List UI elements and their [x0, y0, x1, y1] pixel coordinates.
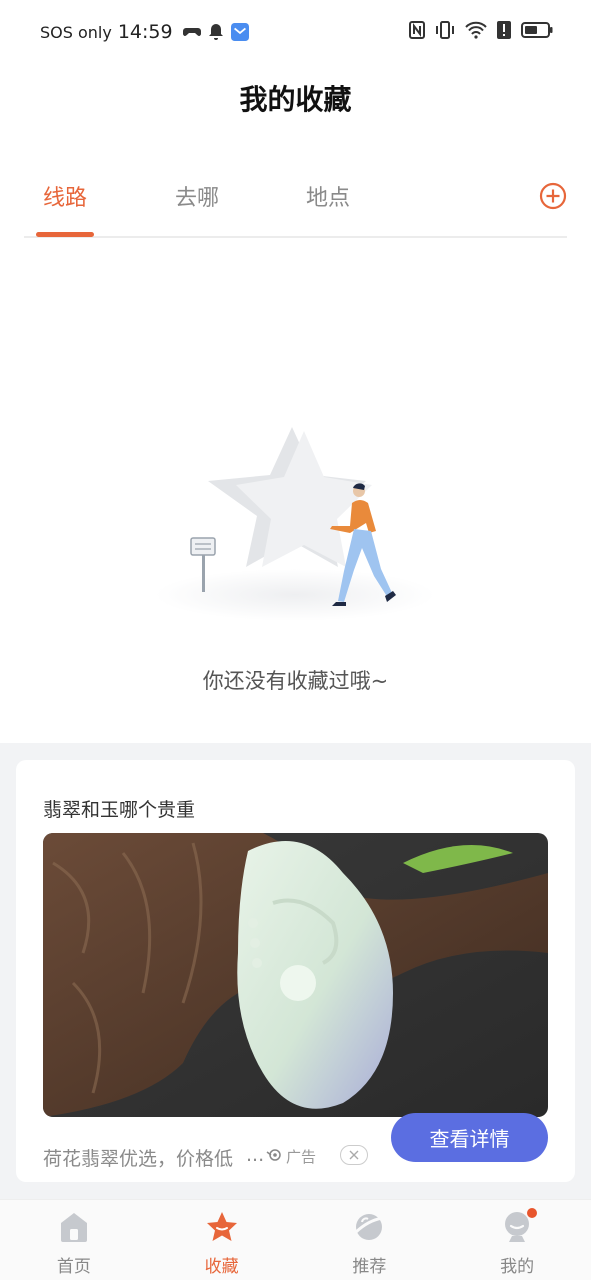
nav-label-home: 首页 — [56, 1257, 91, 1277]
tab-bar: 线路 去哪 地点 — [24, 170, 567, 238]
add-circle-icon[interactable] — [539, 182, 567, 210]
ad-label-text: 广告 — [286, 1148, 317, 1166]
vibrate-icon — [435, 21, 455, 43]
planet-icon — [355, 1214, 384, 1240]
nav-item-favorites[interactable]: 收藏 — [148, 1200, 296, 1280]
notification-badge — [527, 1208, 538, 1218]
battery-icon — [521, 21, 553, 43]
empty-state-message: 你还没有收藏过哦~ — [202, 669, 389, 693]
nav-label-favorites: 收藏 — [204, 1257, 239, 1277]
status-left: SOS only 14:59 — [40, 21, 249, 43]
nav-item-recommend[interactable]: 推荐 — [296, 1200, 444, 1280]
nav-item-home[interactable]: 首页 — [0, 1200, 148, 1280]
mail-app-icon — [230, 23, 249, 41]
tab-places[interactable]: 地点 — [293, 180, 363, 212]
clock-time: 14:59 — [117, 21, 173, 43]
home-icon — [60, 1213, 87, 1242]
ad-card[interactable]: 翡翠和玉哪个贵重 荷花翡翠优选，价格低 ... 广告 查看详情 — [16, 760, 575, 1182]
ad-marker-icon — [266, 1148, 282, 1166]
ad-image-jade-pendant[interactable] — [43, 833, 548, 1117]
bottom-nav: 首页 收藏 推荐 我的 — [0, 1199, 591, 1280]
nav-label-recommend: 推荐 — [352, 1257, 387, 1277]
status-right — [409, 21, 553, 43]
nav-label-mine: 我的 — [500, 1257, 535, 1277]
sos-text: SOS only — [40, 22, 112, 42]
view-details-button[interactable]: 查看详情 — [391, 1113, 548, 1162]
ad-close-icon[interactable] — [340, 1145, 368, 1165]
ad-description[interactable]: 荷花翡翠优选，价格低 — [43, 1144, 261, 1171]
wifi-icon — [465, 21, 487, 43]
alert-icon — [497, 21, 511, 43]
ad-title[interactable]: 翡翠和玉哪个贵重 — [43, 795, 195, 822]
bell-icon — [207, 23, 225, 41]
page-title: 我的收藏 — [239, 83, 352, 116]
tab-where-to-go[interactable]: 去哪 — [162, 180, 232, 212]
nav-item-mine[interactable]: 我的 — [443, 1200, 591, 1280]
ad-section: 翡翠和玉哪个贵重 荷花翡翠优选，价格低 ... 广告 查看详情 — [0, 743, 591, 1199]
tab-routes[interactable]: 线路 — [30, 180, 100, 212]
tab-active-indicator — [36, 232, 94, 237]
game-controller-icon — [182, 23, 201, 41]
empty-state-illustration — [150, 415, 440, 621]
status-bar: SOS only 14:59 — [0, 0, 591, 64]
ad-description-ellipsis: ... — [246, 1144, 265, 1166]
nfc-icon — [409, 21, 425, 43]
ad-label: 广告 — [266, 1146, 316, 1167]
star-icon — [206, 1212, 237, 1241]
